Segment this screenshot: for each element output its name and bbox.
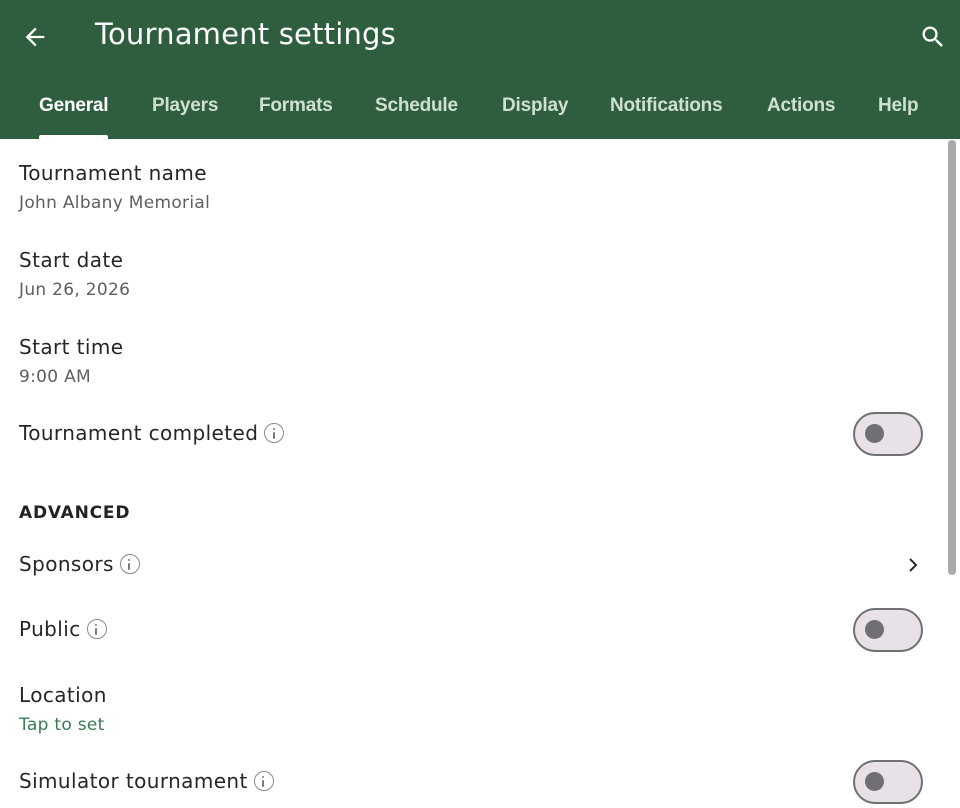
chevron-right-icon[interactable] [900, 553, 924, 577]
tab-actions[interactable]: Actions [767, 74, 835, 139]
sponsors-setting[interactable]: Sponsors [0, 544, 945, 586]
tournament-completed-toggle[interactable] [853, 412, 923, 456]
location-label: Location [19, 683, 107, 707]
scrollbar-thumb[interactable] [948, 140, 956, 575]
back-button[interactable] [18, 20, 52, 54]
tab-formats[interactable]: Formats [259, 74, 333, 139]
tab-display[interactable]: Display [502, 74, 568, 139]
start-date-label: Start date [19, 248, 124, 272]
tournament-name-label: Tournament name [19, 161, 207, 185]
page-title: Tournament settings [95, 17, 396, 51]
tournament-name-setting[interactable]: Tournament name John Albany Memorial [0, 151, 945, 231]
info-icon[interactable] [253, 770, 274, 791]
tab-schedule[interactable]: Schedule [375, 74, 458, 139]
public-label: Public [19, 617, 107, 641]
start-time-value: 9:00 AM [19, 367, 91, 387]
search-icon [922, 26, 943, 47]
arrow-left-icon [25, 27, 45, 47]
toggle-knob [865, 772, 884, 791]
tab-general[interactable]: General [39, 74, 109, 139]
tab-help[interactable]: Help [878, 74, 919, 139]
scrollbar[interactable] [946, 140, 958, 808]
settings-list: Tournament name John Albany Memorial Sta… [0, 139, 945, 808]
location-value[interactable]: Tap to set [19, 715, 105, 735]
start-time-setting[interactable]: Start time 9:00 AM [0, 325, 945, 405]
tab-notifications[interactable]: Notifications [610, 74, 723, 139]
toggle-knob [865, 424, 884, 443]
simulator-tournament-label: Simulator tournament [19, 769, 274, 793]
public-text: Public [19, 617, 81, 641]
tournament-completed-label: Tournament completed [19, 421, 285, 445]
info-icon[interactable] [119, 553, 140, 574]
toggle-knob [865, 620, 884, 639]
start-date-setting[interactable]: Start date Jun 26, 2026 [0, 238, 945, 318]
app-bar: Tournament settings General Players Form… [0, 0, 960, 139]
tab-players[interactable]: Players [152, 74, 218, 139]
sponsors-text: Sponsors [19, 552, 114, 576]
public-setting: Public [0, 605, 945, 655]
sponsors-label: Sponsors [19, 552, 140, 576]
chevron-right-glyph [909, 558, 918, 572]
tournament-name-value: John Albany Memorial [19, 193, 211, 213]
start-date-value: Jun 26, 2026 [19, 280, 131, 300]
tournament-completed-text: Tournament completed [19, 421, 259, 445]
public-toggle[interactable] [853, 608, 923, 652]
simulator-tournament-setting: Simulator tournament [0, 757, 945, 807]
info-icon[interactable] [264, 422, 285, 443]
simulator-tournament-toggle[interactable] [853, 760, 923, 804]
advanced-section-heading: ADVANCED [19, 503, 131, 523]
info-icon[interactable] [86, 618, 107, 639]
start-time-label: Start time [19, 335, 124, 359]
location-setting[interactable]: Location Tap to set [0, 675, 945, 743]
simulator-tournament-text: Simulator tournament [19, 769, 248, 793]
top-app-bar: Tournament settings [0, 0, 960, 74]
tab-bar: General Players Formats Schedule Display… [0, 74, 960, 139]
search-button[interactable] [916, 20, 950, 54]
tournament-completed-setting: Tournament completed [0, 409, 945, 459]
